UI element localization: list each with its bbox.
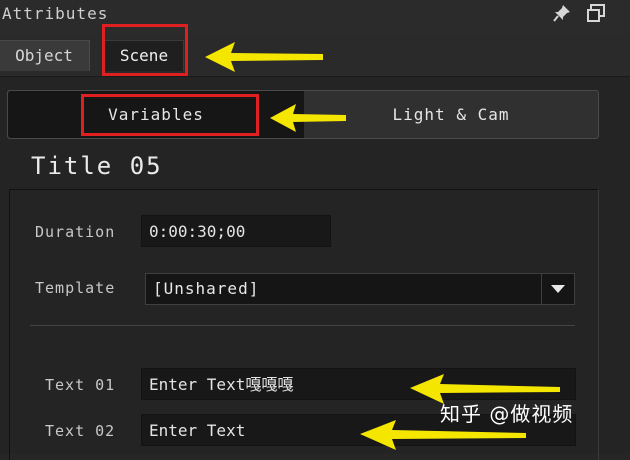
pin-icon[interactable] [552,4,572,24]
tab-bar: Object Scene [0,34,630,77]
segment-variables[interactable]: Variables [8,91,304,138]
divider [30,325,575,326]
triangle-down-icon[interactable] [541,274,574,304]
template-label: Template [35,279,116,297]
duration-field[interactable]: 0:00:30;00 [141,215,331,247]
tab-scene[interactable]: Scene [104,40,184,71]
segment-light-cam[interactable]: Light & Cam [304,91,598,138]
text02-label: Text 02 [45,422,116,440]
watermark: 知乎 @做视频 [440,402,574,426]
template-dropdown[interactable]: [Unshared] [145,273,575,305]
panel-titlebar: Attributes [0,0,630,34]
tab-object[interactable]: Object [0,40,90,71]
duration-label: Duration [35,223,116,241]
template-value: [Unshared] [153,279,260,298]
panel-title: Attributes [2,4,109,23]
segmented-control: Variables Light & Cam [7,90,599,139]
text01-label: Text 01 [45,376,116,394]
text01-field[interactable]: Enter Text嘎嘎嘎 [141,368,576,400]
float-window-icon[interactable] [586,4,606,24]
section-title: Title 05 [31,152,163,180]
